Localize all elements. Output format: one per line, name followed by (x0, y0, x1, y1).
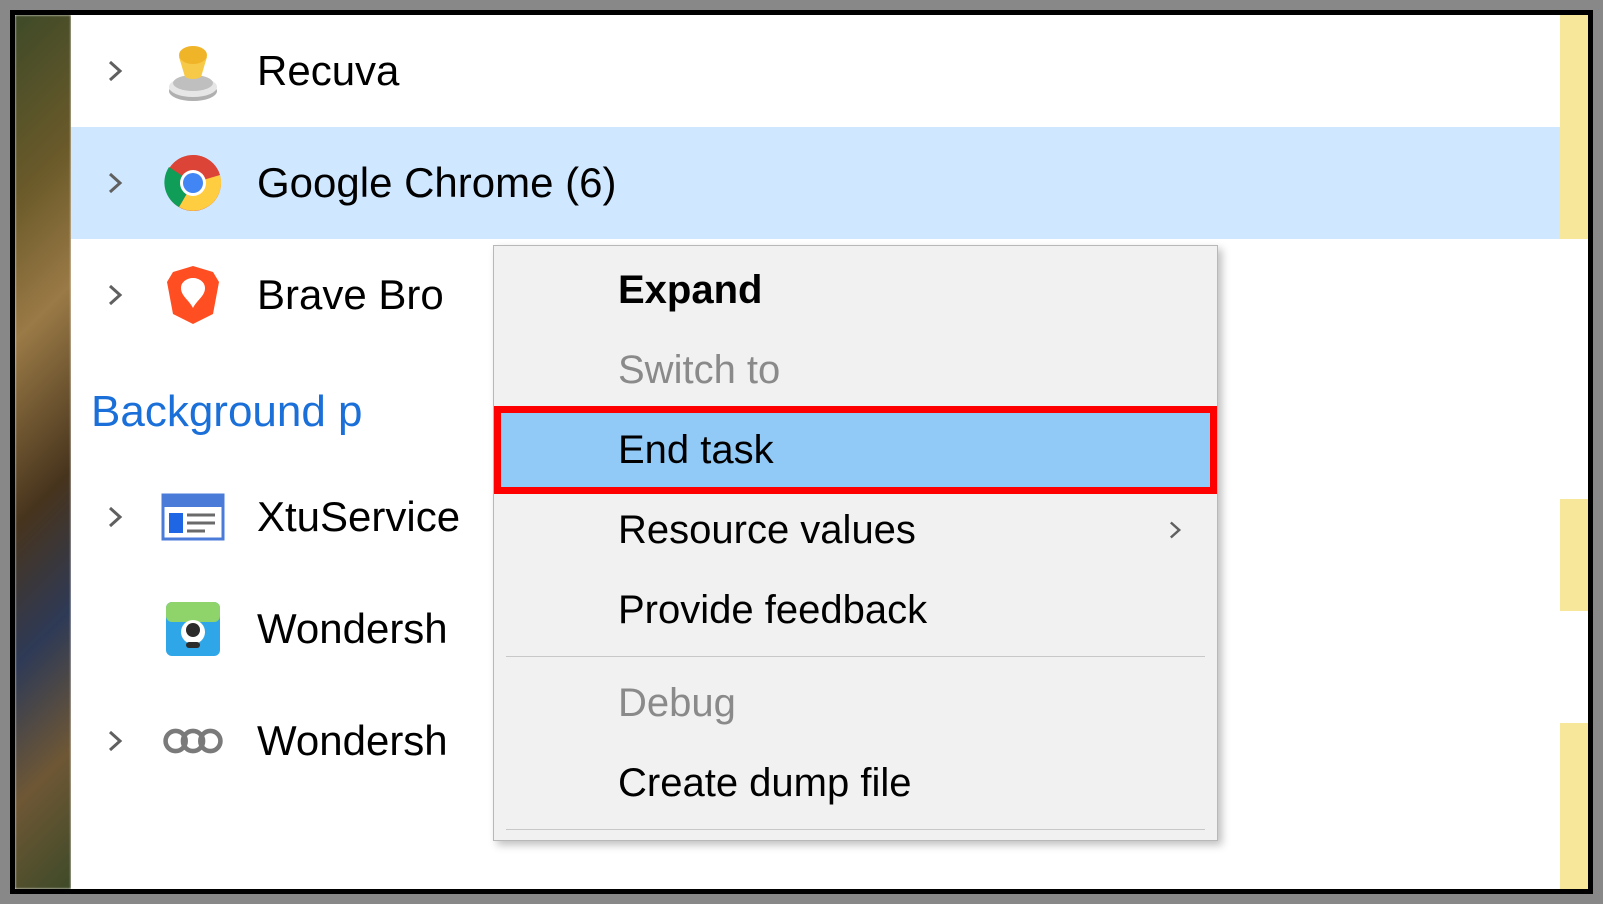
menu-item-label: Provide feedback (618, 588, 927, 633)
recuva-icon (161, 39, 225, 103)
menu-debug: Debug (498, 663, 1213, 743)
desktop-background-sliver (15, 15, 71, 889)
menu-end-task[interactable]: End task (498, 410, 1213, 490)
process-row-chrome[interactable]: Google Chrome (6) (71, 127, 1560, 239)
process-label: Google Chrome (6) (257, 159, 616, 207)
wondershare-rings-icon (161, 709, 225, 773)
menu-separator (506, 829, 1205, 830)
brave-icon (161, 263, 225, 327)
process-label: Wondersh (257, 717, 448, 765)
menu-expand[interactable]: Expand (498, 250, 1213, 330)
menu-provide-feedback[interactable]: Provide feedback (498, 570, 1213, 650)
process-label: Recuva (257, 47, 399, 95)
chevron-right-icon (99, 725, 131, 757)
window-app-icon (161, 485, 225, 549)
menu-create-dump[interactable]: Create dump file (498, 743, 1213, 823)
menu-resource-values[interactable]: Resource values (498, 490, 1213, 570)
wondershare-icon (161, 597, 225, 661)
process-label: XtuService (257, 493, 460, 541)
process-label: Brave Bro (257, 271, 444, 319)
menu-switch-to: Switch to (498, 330, 1213, 410)
chevron-right-icon (99, 279, 131, 311)
menu-item-label: Expand (618, 268, 762, 313)
right-accent-column (1560, 15, 1588, 889)
process-label: Wondersh (257, 605, 448, 653)
process-context-menu: Expand Switch to End task Resource value… (493, 245, 1218, 841)
menu-item-label: Switch to (618, 348, 780, 393)
chevron-right-icon (1165, 520, 1185, 540)
chevron-right-icon (99, 167, 131, 199)
task-manager-panel: Recuva Google Chrome (6) (10, 10, 1593, 894)
menu-item-label: Debug (618, 681, 736, 726)
menu-item-label: End task (618, 428, 774, 473)
chevron-right-icon (99, 501, 131, 533)
process-row-recuva[interactable]: Recuva (71, 15, 1560, 127)
chevron-right-icon (99, 55, 131, 87)
chrome-icon (161, 151, 225, 215)
menu-item-label: Resource values (618, 508, 916, 553)
menu-item-label: Create dump file (618, 761, 911, 806)
menu-separator (506, 656, 1205, 657)
